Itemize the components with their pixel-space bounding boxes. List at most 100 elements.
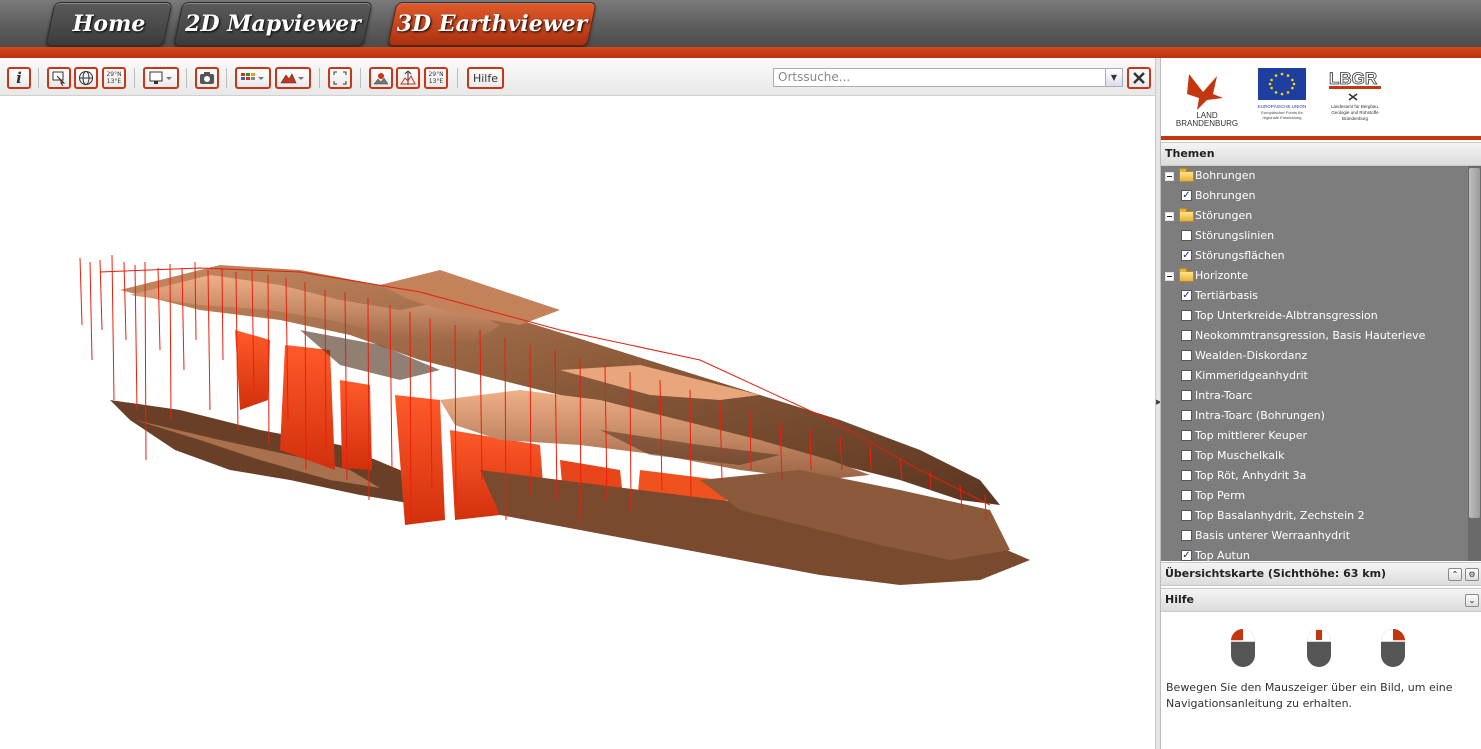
tree-layer-label: Top Unterkreide-Albtransgression [1195,309,1378,322]
help-panel-header[interactable]: Hilfe ⌄ [1161,588,1481,612]
expand-up-icon[interactable]: ⌃ [1448,568,1462,581]
collapse-icon[interactable] [1165,172,1174,181]
overview-panel-header[interactable]: Übersichtskarte (Sichthöhe: 63 km) ⌃ ⚙ [1161,562,1481,586]
coordinates-button-2[interactable]: 29°N 13°E [424,67,448,89]
overview-title: Übersichtskarte (Sichthöhe: 63 km) [1165,567,1387,580]
tree-scrollbar[interactable] [1468,166,1481,561]
coordinates-label: 29°N 13°E [106,71,122,85]
globe-icon [79,71,93,85]
tree-layer-label: Top mittlerer Keuper [1195,429,1308,442]
layer-checkbox[interactable] [1181,390,1192,401]
right-panel: LAND BRANDENBURG EUROPÄISCHE UNION Europä… [1160,58,1481,749]
globe-button[interactable] [74,67,98,89]
toolbar-separator [457,68,458,88]
info-button[interactable]: i [7,67,31,89]
top-navigation: Home 2D Mapviewer 3D Earthviewer [0,0,1481,58]
nav-tab-2d-mapviewer[interactable]: 2D Mapviewer [173,2,373,46]
middle-mouse-button-icon[interactable] [1306,628,1332,668]
tree-folder-label: Störungen [1195,209,1253,222]
scrollbar-thumb[interactable] [1469,168,1480,518]
gear-icon[interactable]: ⚙ [1465,568,1479,581]
layer-checkbox[interactable] [1181,510,1192,521]
3d-globe-viewport[interactable] [0,96,1155,749]
search-dropdown-button[interactable]: ▼ [1105,69,1122,86]
tree-layer-label: Intra-Toarc (Bohrungen) [1195,409,1325,422]
layer-checkbox[interactable] [1181,350,1192,361]
toolbar-separator [226,68,227,88]
nav-tab-home[interactable]: Home [45,2,173,46]
close-button[interactable] [1127,67,1151,89]
layer-checkbox[interactable] [1181,450,1192,461]
layer-checkbox[interactable] [1181,530,1192,541]
select-tool-icon [52,71,66,86]
tree-layer-label: Top Röt, Anhydrit 3a [1195,469,1307,482]
svg-text:EUROPÄISCHE UNION: EUROPÄISCHE UNION [1258,103,1307,109]
layer-checkbox[interactable] [1181,410,1192,421]
nav-tab-label: Home [72,11,146,37]
layer-checkbox[interactable] [1181,490,1192,501]
svg-text:Brandenburg: Brandenburg [1342,116,1369,121]
tree-layer-label: Top Basalanhydrit, Zechstein 2 [1195,509,1365,522]
sun-terrain-icon [373,73,389,85]
nav-tab-label: 2D Mapviewer [185,11,361,37]
tree-layer-label: Kimmeridgeanhydrit [1195,369,1308,382]
layer-checkbox[interactable]: ✓ [1181,250,1192,261]
layer-checkbox[interactable] [1181,430,1192,441]
layer-checkbox[interactable]: ✓ [1181,190,1192,201]
tree-layer-label: Störungslinien [1195,229,1275,242]
monitor-dropdown-button[interactable] [143,67,179,89]
vertical-exaggeration-button[interactable] [396,67,420,89]
tree-layer-label: Basis unterer Werraanhydrit [1195,529,1351,542]
search-placeholder: Ortssuche... [778,70,851,84]
logo-divider [1161,136,1481,140]
collapse-icon[interactable] [1165,212,1174,221]
nav-tab-3d-earthviewer[interactable]: 3D Earthviewer [387,2,597,46]
location-search-input[interactable]: Ortssuche... ▼ [773,68,1123,87]
layer-checkbox[interactable] [1181,230,1192,241]
accent-bar [0,47,1481,58]
fullscreen-icon [333,71,347,85]
layer-tree: Bohrungen ✓ Bohrungen Störungen Störungsl… [1161,166,1481,561]
help-instruction-text: Bewegen Sie den Mauszeiger über ein Bild… [1166,681,1453,710]
svg-text:regionale Entwicklung: regionale Entwicklung [1263,115,1302,120]
terrain-dropdown-button[interactable] [275,67,311,89]
themen-panel-header[interactable]: Themen [1161,142,1481,166]
help-button[interactable]: Hilfe [467,67,504,89]
tree-layer-label: Intra-Toarc [1195,389,1253,402]
brandenburg-logo: LAND BRANDENBURG [1176,74,1238,128]
tree-layer-label: Wealden-Diskordanz [1195,349,1308,362]
eu-logo: EUROPÄISCHE UNION Europäischer Fonds für… [1258,68,1307,120]
layer-checkbox[interactable] [1181,310,1192,321]
layer-checkbox[interactable] [1181,470,1192,481]
collapse-down-icon[interactable]: ⌄ [1465,594,1479,607]
layer-checkbox[interactable] [1181,330,1192,341]
toolbar-separator [134,68,135,88]
tree-layer-label: Top Autun [1195,549,1250,561]
screenshot-button[interactable] [195,67,219,89]
monitor-icon [149,71,172,84]
layer-checkbox[interactable]: ✓ [1181,550,1192,561]
select-tool-button[interactable] [47,67,71,89]
tree-layer-label: Neokommtransgression, Basis Hauterieve [1195,329,1426,342]
map-toolbar: i 29°N 13°E 29°N 13°E Hilfe Ortssuche...… [0,58,1155,96]
folder-icon [1179,268,1194,282]
help-panel-body: Bewegen Sie den Mauszeiger über ein Bild… [1161,614,1481,749]
collapse-icon[interactable] [1165,272,1174,281]
sun-view-button[interactable] [369,67,393,89]
coordinates-label: 29°N 13°E [428,71,444,85]
tree-folder-label: Horizonte [1195,269,1249,282]
left-mouse-button-icon[interactable] [1230,628,1256,668]
fullscreen-button[interactable] [328,67,352,89]
legend-dropdown-button[interactable] [235,67,271,89]
tree-folder-label: Bohrungen [1195,169,1256,182]
close-icon [1133,72,1145,84]
layer-checkbox[interactable] [1181,370,1192,381]
legend-grid-icon [241,73,264,80]
right-mouse-button-icon[interactable] [1380,628,1406,668]
folder-icon [1179,168,1194,182]
tree-layer-label: Störungsflächen [1195,249,1285,262]
coordinates-button[interactable]: 29°N 13°E [102,67,126,89]
geological-3d-model [79,254,1030,585]
logo-area: LAND BRANDENBURG EUROPÄISCHE UNION Europä… [1161,58,1481,140]
layer-checkbox[interactable]: ✓ [1181,290,1192,301]
